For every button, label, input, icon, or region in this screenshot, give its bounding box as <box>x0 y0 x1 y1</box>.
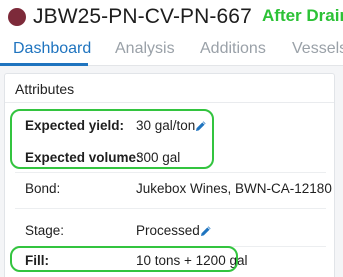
expected-yield-value: 30 gal/ton <box>136 118 196 133</box>
fill-label: Fill: <box>25 253 49 268</box>
tab-additions[interactable]: Additions <box>200 40 266 58</box>
active-tab-indicator <box>0 63 88 66</box>
attributes-title: Attributes <box>15 81 75 97</box>
expected-yield-label: Expected yield: <box>25 118 125 133</box>
expected-volume-value: 300 gal <box>136 150 181 165</box>
tab-analysis[interactable]: Analysis <box>115 40 175 58</box>
lot-color-dot <box>8 8 26 26</box>
lot-code-title: JBW25-PN-CV-PN-667 <box>33 5 252 28</box>
row-divider <box>15 246 326 247</box>
after-drain-annotation: After Drain <box>262 6 343 25</box>
edit-expected-yield-icon[interactable] <box>195 120 207 132</box>
tab-vessels[interactable]: Vessels <box>292 40 343 58</box>
edit-stage-icon[interactable] <box>200 225 212 237</box>
tab-bar: Dashboard Analysis Additions Vessels <box>0 34 343 66</box>
tab-dashboard[interactable]: Dashboard <box>13 40 91 58</box>
stage-value: Processed <box>136 223 200 238</box>
bond-label: Bond: <box>25 181 61 196</box>
expected-volume-label: Expected volume: <box>25 150 141 165</box>
lot-header: JBW25-PN-CV-PN-667 After Drain <box>0 0 343 34</box>
bond-value: Jukebox Wines, BWN-CA-12180 <box>136 181 332 196</box>
lot-page: JBW25-PN-CV-PN-667 After Drain Dashboard… <box>0 0 343 277</box>
fill-value: 10 tons + 1200 gal <box>136 253 248 268</box>
attributes-card-header: Attributes <box>5 74 334 103</box>
stage-label: Stage: <box>25 223 65 238</box>
attributes-card: Attributes Expected yield: 30 gal/ton Ex… <box>4 73 335 277</box>
row-divider <box>15 208 326 209</box>
row-divider <box>15 172 326 173</box>
